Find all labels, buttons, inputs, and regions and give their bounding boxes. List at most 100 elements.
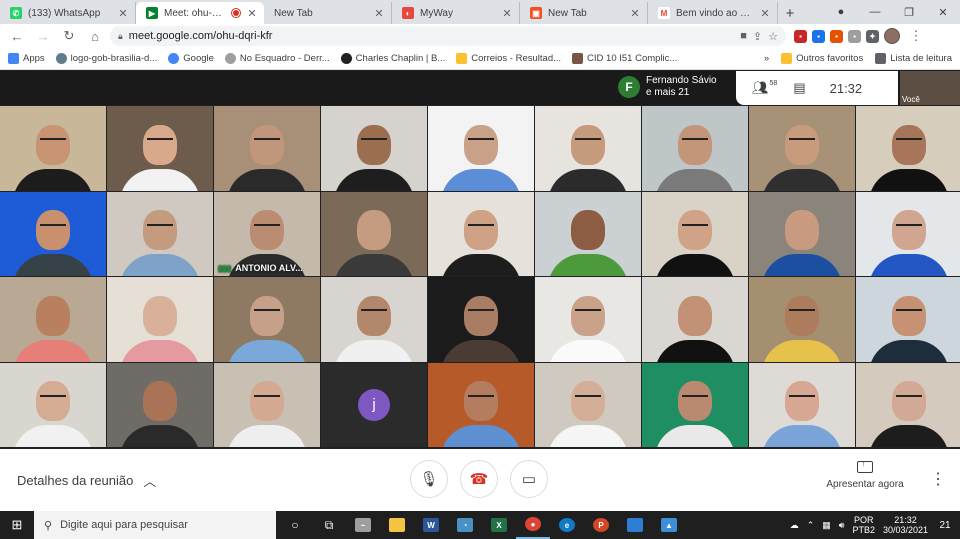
participant-tile[interactable] bbox=[107, 106, 213, 191]
home-icon[interactable]: ⌂ bbox=[84, 26, 106, 46]
bookmark-item[interactable]: No Esquadro - Derr... bbox=[224, 53, 330, 64]
participant-tile[interactable] bbox=[642, 106, 748, 191]
edge-icon[interactable]: e bbox=[550, 511, 584, 539]
tab-myway[interactable]: ◐ MyWay ✕ bbox=[392, 2, 520, 24]
participant-tile[interactable] bbox=[642, 362, 748, 447]
participant-tile[interactable] bbox=[0, 362, 106, 447]
address-bar[interactable]: 🔒︎ meet.google.com/ohu-dqri-kfr ■ ⇪ ☆ bbox=[110, 26, 786, 46]
bookmark-item[interactable]: Google bbox=[168, 53, 214, 64]
excel-icon[interactable]: X bbox=[482, 511, 516, 539]
participant-tile[interactable] bbox=[535, 106, 641, 191]
powerpoint-icon[interactable]: P bbox=[584, 511, 618, 539]
bookmarks-overflow-icon[interactable]: » bbox=[764, 53, 769, 64]
participant-tile[interactable] bbox=[0, 277, 106, 362]
participant-tile[interactable] bbox=[856, 191, 960, 276]
maximize-icon[interactable]: ❐ bbox=[892, 6, 926, 19]
camera-button[interactable]: ▭ bbox=[510, 460, 548, 498]
close-window-icon[interactable]: ✕ bbox=[926, 6, 960, 19]
participant-tile[interactable] bbox=[0, 191, 106, 276]
puzzle-icon[interactable]: ✦ bbox=[866, 29, 879, 43]
bookmark-star-icon[interactable]: ☆ bbox=[768, 30, 778, 43]
participant-tile[interactable] bbox=[321, 106, 427, 191]
participant-tile[interactable] bbox=[428, 106, 534, 191]
lock-icon[interactable]: 🔒︎ bbox=[118, 31, 123, 42]
back-icon[interactable]: ← bbox=[6, 26, 28, 46]
participant-tile[interactable] bbox=[749, 362, 855, 447]
volume-icon[interactable]: 🔊︎ bbox=[839, 520, 845, 531]
participant-tile[interactable] bbox=[749, 277, 855, 362]
word-icon[interactable]: W bbox=[414, 511, 448, 539]
participant-tile[interactable] bbox=[535, 277, 641, 362]
tab-gmail[interactable]: M Bem vindo ao Conta C ✕ bbox=[648, 2, 778, 24]
network-icon[interactable]: ▦ bbox=[822, 520, 831, 531]
participant-tile[interactable] bbox=[107, 277, 213, 362]
menu-kebab-icon[interactable]: ⋮ bbox=[905, 26, 927, 46]
participant-tile[interactable] bbox=[107, 191, 213, 276]
bookmark-item[interactable]: logo-gob-brasilia-d... bbox=[55, 53, 157, 64]
participant-tile[interactable] bbox=[0, 106, 106, 191]
tab-new-tab[interactable]: New Tab ✕ bbox=[264, 2, 392, 24]
extension-icon[interactable]: ▪ bbox=[812, 29, 825, 43]
hang-up-button[interactable]: ☎︎ bbox=[460, 460, 498, 498]
participant-tile[interactable] bbox=[428, 191, 534, 276]
forward-icon[interactable]: → bbox=[32, 26, 54, 46]
participant-tile[interactable] bbox=[107, 362, 213, 447]
cortana-icon[interactable]: ○ bbox=[278, 511, 312, 539]
tab-new-tab-2[interactable]: ▣ New Tab ✕ bbox=[520, 2, 648, 24]
participant-tile[interactable] bbox=[856, 362, 960, 447]
close-tab-icon[interactable]: ✕ bbox=[501, 7, 513, 20]
new-tab-button[interactable]: + bbox=[778, 2, 802, 24]
app-icon[interactable] bbox=[618, 511, 652, 539]
participant-tile[interactable] bbox=[642, 277, 748, 362]
participant-tile[interactable] bbox=[642, 191, 748, 276]
participant-tile[interactable] bbox=[428, 362, 534, 447]
participants-button[interactable]: 👥︎ 58 bbox=[752, 80, 777, 96]
participant-tile[interactable] bbox=[535, 191, 641, 276]
close-tab-icon[interactable]: ✕ bbox=[629, 7, 641, 20]
reading-list[interactable]: Lista de leitura bbox=[875, 53, 952, 64]
notifications-button[interactable]: 21 bbox=[936, 517, 954, 533]
close-tab-icon[interactable]: ✕ bbox=[246, 7, 258, 20]
participant-tile[interactable] bbox=[321, 277, 427, 362]
bookmark-apps[interactable]: Apps bbox=[8, 53, 45, 64]
microphone-button[interactable]: 🎙︎ bbox=[410, 460, 448, 498]
file-explorer-icon[interactable] bbox=[380, 511, 414, 539]
photos-icon[interactable]: ▲ bbox=[652, 511, 686, 539]
app-icon[interactable]: ~ bbox=[346, 511, 380, 539]
participant-tile[interactable]: ▮▮▮ ANTONIO ALV... bbox=[214, 191, 320, 276]
participant-tile[interactable] bbox=[214, 106, 320, 191]
language-indicator[interactable]: POR PTB2 bbox=[852, 515, 875, 535]
tab-whatsapp[interactable]: ✆ (133) WhatsApp ✕ bbox=[0, 2, 136, 24]
participant-tile[interactable] bbox=[535, 362, 641, 447]
profile-avatar[interactable] bbox=[884, 28, 900, 44]
tab-meet[interactable]: ▶ Meet: ohu-dqri-kfr ✕ bbox=[136, 2, 264, 24]
self-view[interactable]: Você bbox=[900, 71, 960, 105]
share-icon[interactable]: ⇪ bbox=[753, 30, 762, 43]
app-icon[interactable]: ◔ bbox=[448, 511, 482, 539]
chat-icon[interactable]: ▤ bbox=[793, 80, 805, 96]
tab-search-icon[interactable]: ● bbox=[824, 6, 858, 18]
participant-tile[interactable]: j bbox=[321, 362, 427, 447]
participant-tile[interactable] bbox=[214, 277, 320, 362]
other-bookmarks[interactable]: Outros favoritos bbox=[781, 53, 863, 64]
cloud-icon[interactable]: ☁ bbox=[790, 520, 799, 531]
extension-icon[interactable]: ▪ bbox=[848, 29, 861, 43]
taskbar-search[interactable]: ⚲ Digite aqui para pesquisar bbox=[34, 511, 276, 539]
bookmark-item[interactable]: CID 10 I51 Complic... bbox=[572, 53, 677, 64]
present-now-button[interactable]: Apresentar agora bbox=[826, 458, 904, 490]
clock[interactable]: 21:32 30/03/2021 bbox=[883, 515, 928, 535]
bookmark-item[interactable]: Charles Chaplin | B... bbox=[340, 53, 445, 64]
presenter-chip[interactable]: F Fernando Sávio e mais 21 bbox=[618, 75, 717, 99]
participant-tile[interactable] bbox=[856, 106, 960, 191]
participant-tile[interactable] bbox=[428, 277, 534, 362]
close-tab-icon[interactable]: ✕ bbox=[117, 7, 129, 20]
close-tab-icon[interactable]: ✕ bbox=[759, 7, 771, 20]
reload-icon[interactable]: ↻ bbox=[58, 26, 80, 46]
participant-tile[interactable] bbox=[749, 191, 855, 276]
task-view-icon[interactable]: ⧉ bbox=[312, 511, 346, 539]
bookmark-item[interactable]: Correios - Resultad... bbox=[456, 53, 561, 64]
close-tab-icon[interactable]: ✕ bbox=[373, 7, 385, 20]
participant-tile[interactable] bbox=[214, 362, 320, 447]
meeting-details-button[interactable]: Detalhes da reunião ︿ bbox=[17, 471, 156, 490]
participant-tile[interactable] bbox=[321, 191, 427, 276]
